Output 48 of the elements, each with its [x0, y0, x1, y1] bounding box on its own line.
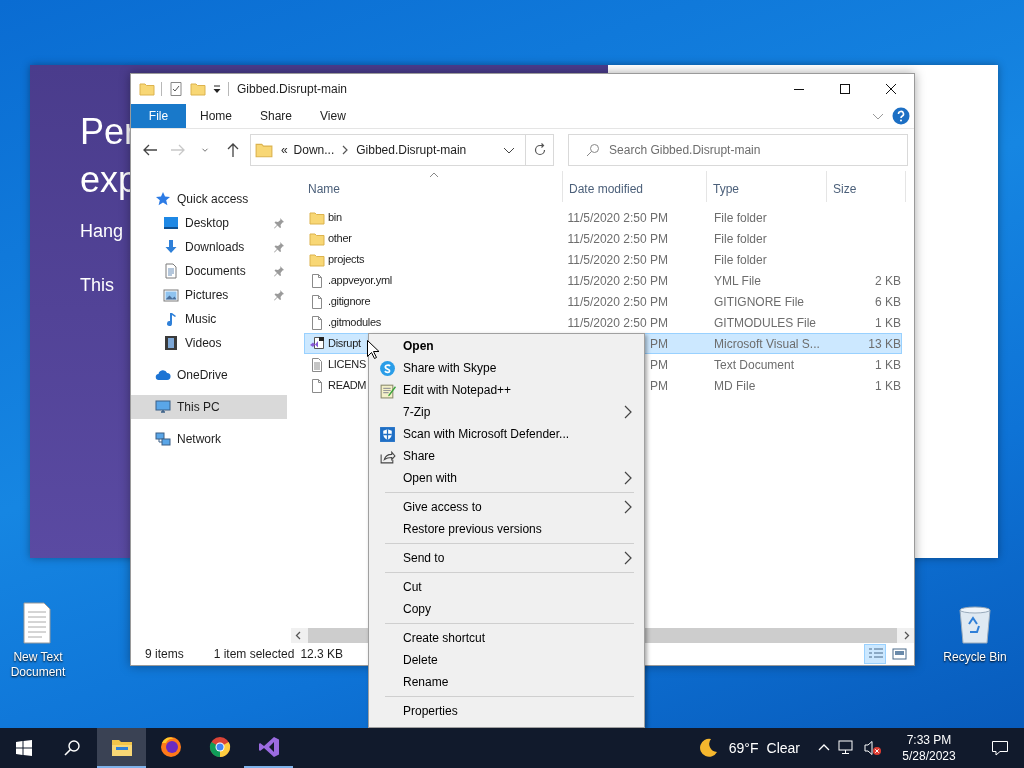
date-text: 5/28/2023 [902, 748, 956, 764]
breadcrumb: Gibbed.Disrupt-main [356, 142, 467, 159]
file-type: MD File [714, 378, 756, 393]
file-type: File folder [714, 252, 767, 267]
file-name: .appveyor.yml [328, 273, 392, 289]
file-name: projects [328, 252, 365, 268]
desktop-icon-label: New Text Document [9, 650, 67, 680]
breadcrumb: Down... [293, 142, 335, 159]
file-size: 2 KB [875, 273, 901, 288]
file-name: .gitmodules [328, 315, 381, 331]
file-type: GITIGNORE File [714, 294, 804, 309]
file-name: READM [328, 378, 367, 394]
file-name: Disrupt [328, 336, 361, 352]
file-size: 1 KB [875, 315, 901, 330]
file-name: LICENS [328, 357, 366, 373]
window-title: Gibbed.Disrupt-main [237, 81, 348, 98]
file-type: Text Document [714, 357, 795, 372]
file-size: 1 KB [875, 378, 901, 393]
file-type: YML File [714, 273, 761, 288]
desktop-icon-label: Recycle Bin [942, 650, 1008, 665]
file-size: 6 KB [875, 294, 901, 309]
selection-size: 12.3 KB [300, 646, 344, 663]
file-size: 1 KB [875, 357, 901, 372]
selection-info: 1 item selected [213, 646, 295, 663]
item-count: 9 items [145, 646, 184, 663]
date-modified: PM [650, 378, 668, 393]
date-modified: 11/5/2020 2:50 PM [567, 294, 668, 309]
date-modified: 11/5/2020 2:50 PM [567, 315, 668, 330]
file-type: GITMODULES File [714, 315, 816, 330]
weather-condition: Clear [766, 738, 800, 758]
date-modified: 11/5/2020 2:50 PM [567, 210, 668, 225]
file-name: .gitignore [328, 294, 371, 310]
file-size: 13 KB [868, 336, 901, 351]
file-type: File folder [714, 210, 767, 225]
date-modified: 11/5/2020 2:50 PM [567, 273, 668, 288]
file-type: Microsoft Visual S... [714, 336, 820, 351]
date-modified: PM [650, 357, 668, 372]
temperature: 69°F [728, 738, 759, 758]
date-modified: 11/5/2020 2:50 PM [567, 231, 668, 246]
overflow-chevrons: « [280, 142, 288, 159]
file-type: File folder [714, 231, 767, 246]
body-text: Hang [80, 220, 124, 242]
file-name: other [328, 231, 352, 247]
date-modified: 11/5/2020 2:50 PM [567, 252, 668, 267]
time-text: 7:33 PM [906, 732, 952, 748]
file-name: bin [328, 210, 342, 226]
body-text: This [80, 274, 114, 296]
date-modified: PM [650, 336, 668, 351]
